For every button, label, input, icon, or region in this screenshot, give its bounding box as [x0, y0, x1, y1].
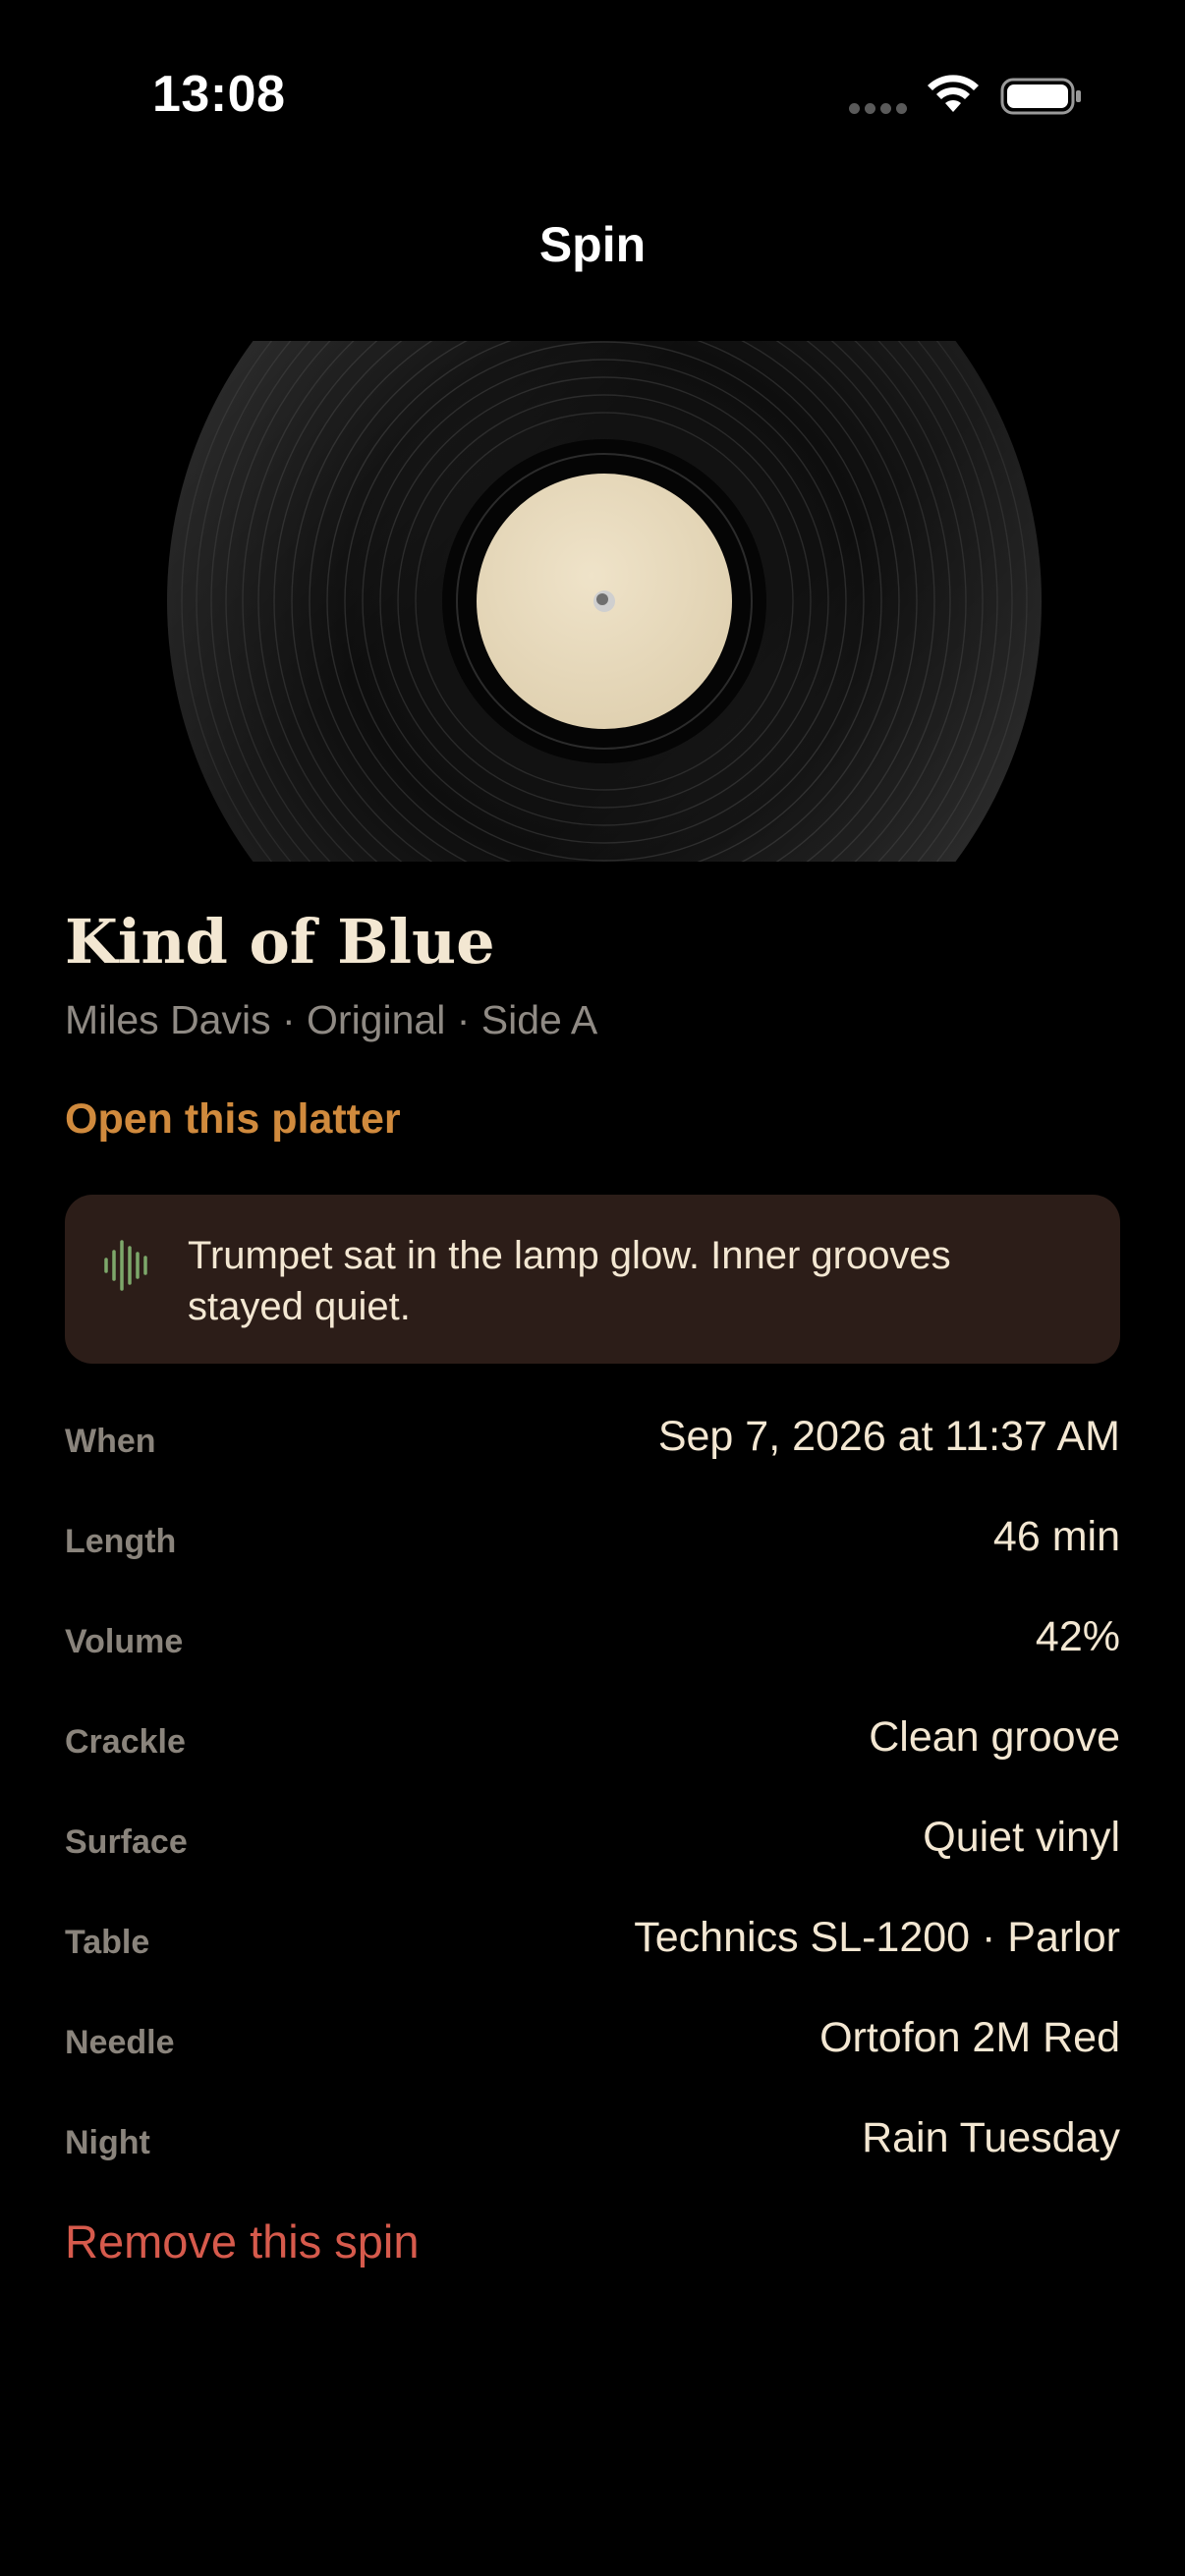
detail-value: Clean groove: [869, 1713, 1120, 1761]
detail-row-volume: Volume 42%: [65, 1596, 1120, 1696]
detail-label: Surface: [65, 1823, 188, 1861]
album-subtitle: Miles Davis · Original · Side A: [65, 997, 598, 1042]
detail-value: Sep 7, 2026 at 11:37 AM: [657, 1413, 1120, 1460]
open-platter-link[interactable]: Open this platter: [65, 1095, 401, 1144]
remove-spin-button[interactable]: Remove this spin: [65, 2214, 420, 2268]
spin-note-text: Trumpet sat in the lamp glow. Inner groo…: [188, 1234, 951, 1328]
detail-label: When: [65, 1423, 156, 1460]
detail-value: Technics SL-1200 · Parlor: [634, 1914, 1120, 1961]
detail-row-surface: Surface Quiet vinyl: [65, 1796, 1120, 1896]
detail-value: Quiet vinyl: [923, 1814, 1120, 1861]
battery-icon: [1000, 78, 1081, 115]
album-title: Kind of Blue: [65, 906, 495, 978]
detail-value: Ortofon 2M Red: [819, 2014, 1120, 2061]
detail-label: Table: [65, 1924, 150, 1961]
spin-note-card: Trumpet sat in the lamp glow. Inner groo…: [65, 1195, 1120, 1364]
detail-label: Night: [65, 2124, 150, 2161]
detail-row-needle: Needle Ortofon 2M Red: [65, 1996, 1120, 2097]
detail-row-crackle: Crackle Clean groove: [65, 1696, 1120, 1796]
nav-title: Spin: [538, 217, 647, 272]
detail-label: Volume: [65, 1623, 184, 1660]
detail-value: 42%: [1035, 1613, 1120, 1660]
detail-label: Crackle: [65, 1723, 186, 1761]
vinyl-record-artwork: [167, 341, 1042, 862]
wifi-icon: [928, 75, 979, 112]
status-time: 13:08: [152, 66, 286, 123]
detail-row-when: When Sep 7, 2026 at 11:37 AM: [65, 1395, 1120, 1495]
cellular-signal-icon: [849, 103, 907, 114]
detail-label: Needle: [65, 2024, 175, 2061]
status-bar: 13:08: [0, 0, 1185, 187]
detail-row-length: Length 46 min: [65, 1495, 1120, 1596]
detail-row-night: Night Rain Tuesday: [65, 2097, 1120, 2197]
detail-label: Length: [65, 1523, 177, 1560]
spin-details-list: When Sep 7, 2026 at 11:37 AM Length 46 m…: [65, 1395, 1120, 2197]
detail-row-table: Table Technics SL-1200 · Parlor: [65, 1896, 1120, 1996]
detail-value: 46 min: [992, 1513, 1120, 1560]
waveform-icon: [104, 1240, 147, 1291]
detail-value: Rain Tuesday: [862, 2114, 1120, 2161]
